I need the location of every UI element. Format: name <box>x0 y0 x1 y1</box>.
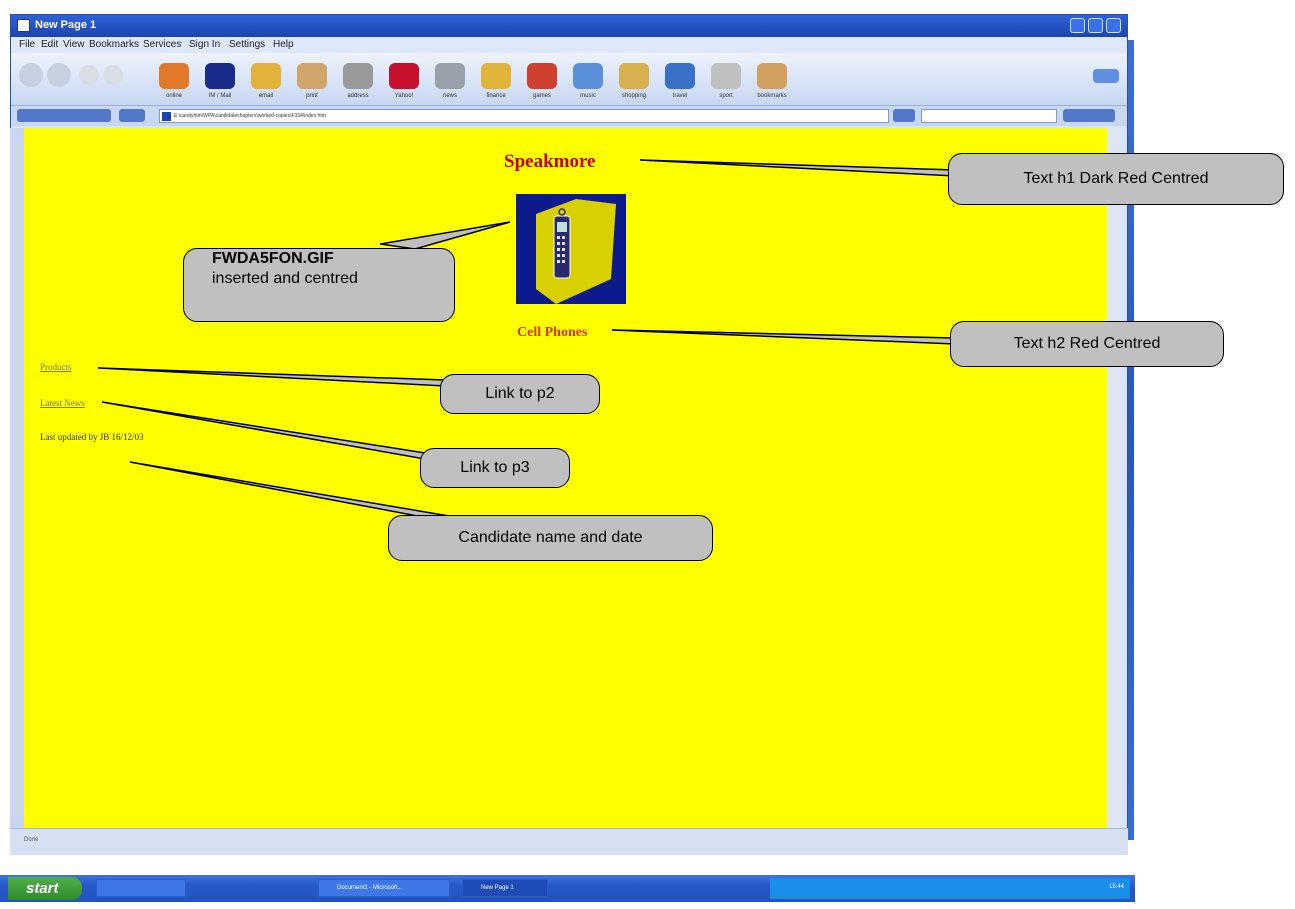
system-tray: 15:44 <box>770 878 1130 899</box>
callout-link-p2: Link to p2 <box>440 374 600 414</box>
callout-pointer-link-p2 <box>97 367 446 387</box>
callout-candidate: Candidate name and date <box>388 515 713 561</box>
callout-h1: Text h1 Dark Red Centred <box>948 153 1284 205</box>
callout-pointer-candidate <box>129 461 456 524</box>
callout-image-filename: FWDA5FON.GIF <box>212 250 334 267</box>
callout-pointer-link-p3 <box>101 401 426 460</box>
callout-pointer-image <box>379 221 511 250</box>
callout-link-p3: Link to p3 <box>420 448 570 488</box>
taskbar: start Document1 - Microsoft... New Page … <box>0 875 1135 902</box>
status-bar: Done <box>10 828 1128 855</box>
callout-image: FWDA5FON.GIF inserted and centred <box>183 248 455 322</box>
status-text: Done <box>24 837 39 843</box>
callout-pointers <box>97 159 956 524</box>
taskbar-item-newpage[interactable]: New Page 1 <box>462 879 548 897</box>
taskbar-item-document[interactable]: Document1 - Microsoft... <box>318 879 450 897</box>
start-button[interactable]: start <box>8 877 82 900</box>
clock: 15:44 <box>1108 884 1124 890</box>
quick-launch[interactable] <box>96 879 186 897</box>
callout-pointer-h2 <box>611 329 956 345</box>
callout-image-note: inserted and centred <box>212 270 358 287</box>
callout-h2: Text h2 Red Centred <box>950 321 1224 367</box>
callout-pointer-h1 <box>639 159 956 177</box>
